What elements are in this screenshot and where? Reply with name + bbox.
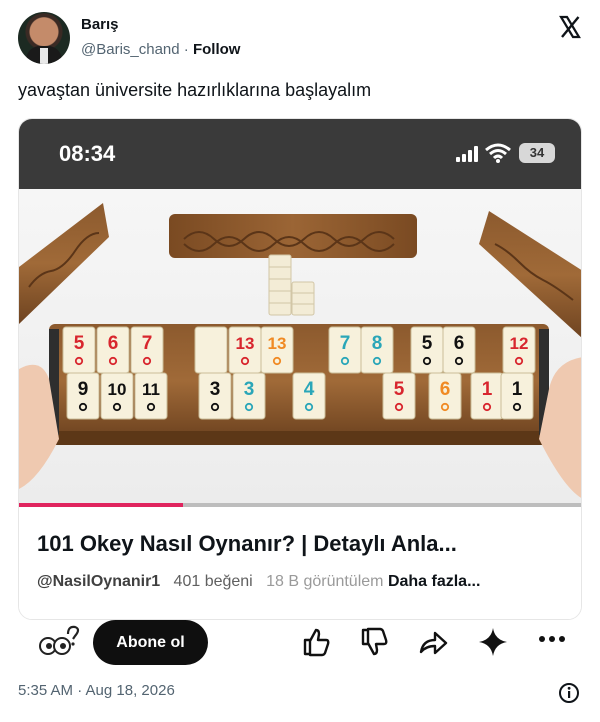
rack-tile: 5 [410,326,444,374]
rack-tile: 4 [292,372,326,420]
tile-number: 4 [304,379,315,400]
tile-number: 9 [78,379,89,400]
phone-status-bar: 08:34 34 [19,119,581,189]
rack-tile: 6 [96,326,130,374]
rack-tile: 3 [232,372,266,420]
separator: · [183,41,189,58]
tweet-header: Barış @Baris_chand · Follow [18,12,584,68]
back-rack [169,214,417,258]
tile-number: 1 [512,379,523,400]
rack-tile: 6 [442,326,476,374]
rack-tile: 13 [228,326,262,374]
author-name[interactable]: Barış [81,16,119,33]
more-link[interactable]: Daha fazla... [388,573,480,590]
rack-tile: 1 [500,372,534,420]
rack-tile: 12 [502,326,536,374]
tile-number: 6 [454,333,465,354]
wifi-icon [485,143,511,163]
rack-tile: 13 [260,326,294,374]
dislike-icon[interactable] [358,626,390,658]
like-icon[interactable] [300,626,332,658]
info-icon[interactable] [558,682,580,704]
tile-number: 8 [372,333,383,354]
share-icon[interactable] [417,626,449,658]
follow-link[interactable]: Follow [193,41,241,58]
tile-number: 3 [210,379,221,400]
battery-icon: 34 [519,143,555,163]
tile-number: 10 [108,380,127,399]
sparkle-icon[interactable] [477,626,509,658]
tile-number: 1 [482,379,493,400]
rack-tile [194,326,228,374]
video-info-sheet: 101 Okey Nasıl Oynanır? | Detaylı Anla..… [19,507,581,619]
rack-tile: 8 [360,326,394,374]
rack-tile: 1 [470,372,504,420]
author-handle-row: @Baris_chand · Follow [81,41,240,58]
video-meta: @NasilOynanir1 401 beğeni 18 B görüntüle… [37,573,480,591]
like-count: 401 beğeni [173,573,253,590]
tile-number: 7 [340,333,351,354]
emoji-icon[interactable] [38,624,80,660]
tile-number: 3 [244,379,255,400]
rack-tile: 6 [428,372,462,420]
rack-tile: 5 [382,372,416,420]
tile-number: 6 [108,333,119,354]
rack-tile: 10 [100,372,134,420]
video-actions: Abone ol [0,620,600,666]
tile-number: 5 [74,333,85,354]
more-icon[interactable] [538,634,566,644]
tile-number: 5 [422,333,433,354]
channel-name[interactable]: @NasilOynanir1 [37,573,160,590]
video-thumbnail[interactable]: 5 6 7 13 13 7 8 5 6 12 9 10 11 3 3 4 5 6 1 1 [19,189,582,507]
x-logo-icon[interactable] [558,15,582,39]
tile-number: 11 [142,380,160,399]
tweet-text: yavaştan üniversite hazırlıklarına başla… [18,80,372,100]
tile-number: 12 [510,334,529,353]
rack-tile: 7 [130,326,164,374]
view-count: 18 B görüntülem [266,573,384,590]
signal-icon [456,146,478,162]
rack-tile: 9 [66,372,100,420]
video-card[interactable]: 08:34 34 5 6 7 13 13 7 8 5 6 12 9 10 11 … [18,118,582,620]
rack-tile: 7 [328,326,362,374]
tile-number: 5 [394,379,405,400]
rack-tile: 11 [134,372,168,420]
avatar[interactable] [18,12,70,64]
video-title[interactable]: 101 Okey Nasıl Oynanır? | Detaylı Anla..… [37,531,457,557]
avatar-stripe [40,48,48,64]
tile-number: 13 [268,334,287,353]
rack-tile: 5 [62,326,96,374]
rack-tile: 3 [198,372,232,420]
tile-number: 7 [142,333,153,354]
tile-number: 6 [440,379,451,400]
tweet-timestamp[interactable]: 5:35 AM · Aug 18, 2026 [18,682,175,699]
author-handle[interactable]: @Baris_chand [81,41,180,58]
subscribe-button[interactable]: Abone ol [93,620,208,665]
tile-number: 13 [236,334,255,353]
phone-time: 08:34 [59,141,116,166]
